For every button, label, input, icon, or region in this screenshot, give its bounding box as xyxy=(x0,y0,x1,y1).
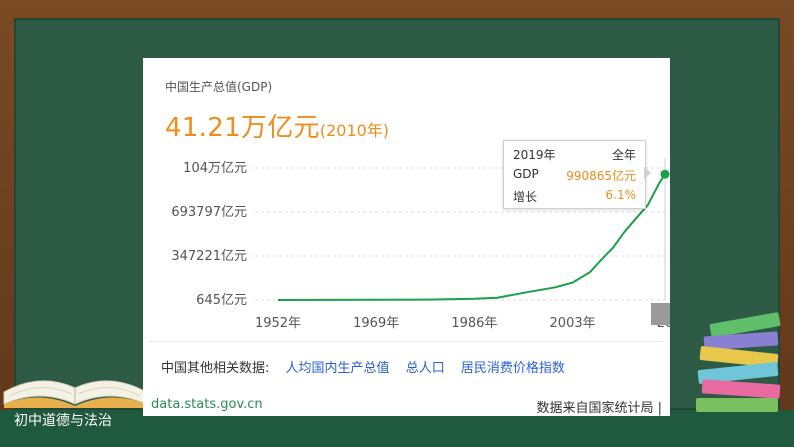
tooltip-gdp-label: GDP xyxy=(513,167,539,181)
tooltip-row-year: 2019年 全年 xyxy=(513,146,636,164)
x-tick-label: 1969年 xyxy=(353,316,399,331)
tooltip-row-growth: 增长 6.1% xyxy=(513,188,636,206)
chart-tooltip: 2019年 全年 GDP 990865亿元 增长 6.1% xyxy=(503,140,646,209)
link-per-capita-gdp[interactable]: 人均国内生产总值 xyxy=(286,361,390,376)
tooltip-period: 全年 xyxy=(611,148,636,162)
footer-separator: | xyxy=(657,401,662,416)
link-cpi[interactable]: 居民消费价格指数 xyxy=(461,361,565,376)
y-tick-label: 693797亿元 xyxy=(171,205,247,220)
related-label: 中国其他相关数据: xyxy=(161,361,270,376)
gdp-point-2019 xyxy=(660,169,670,179)
tooltip-year: 2019年 xyxy=(513,148,556,162)
tooltip-gdp-value: 990865亿元 xyxy=(566,169,636,183)
y-tick-label: 645亿元 xyxy=(196,293,247,308)
headline-amount: 41.21万亿元 xyxy=(165,113,320,143)
x-highlight-marker xyxy=(651,303,670,325)
x-tick-label: 1986年 xyxy=(451,316,497,331)
card-title: 中国生产总值(GDP) xyxy=(165,80,273,94)
tooltip-row-gdp: GDP 990865亿元 xyxy=(513,167,636,185)
book-stack-icon xyxy=(696,312,781,412)
headline-year: (2010年) xyxy=(319,121,390,140)
y-tick-label: 104万亿元 xyxy=(183,161,247,176)
tooltip-growth-value: 6.1% xyxy=(605,188,637,202)
course-label: 初中道德与法治 xyxy=(14,413,112,429)
gdp-card: 中国生产总值(GDP) 41.21万亿元(2010年) 645亿元 347221亿… xyxy=(143,58,670,416)
tooltip-arrow xyxy=(644,167,651,179)
y-tick-label: 347221亿元 xyxy=(171,249,247,264)
source-note: 数据来自国家统计局 | xyxy=(536,397,662,416)
card-divider xyxy=(149,341,664,342)
x-tick-label: 2003年 xyxy=(550,316,596,331)
tooltip-growth-label: 增长 xyxy=(513,190,538,204)
link-total-population[interactable]: 总人口 xyxy=(406,361,445,376)
open-book-icon xyxy=(3,380,147,408)
x-tick-label: 1952年 xyxy=(255,316,301,331)
headline-value: 41.21万亿元(2010年) xyxy=(165,107,389,144)
source-site-link[interactable]: data.stats.gov.cn xyxy=(151,397,263,412)
source-note-text: 数据来自国家统计局 xyxy=(536,401,654,416)
related-data-row: 中国其他相关数据: 人均国内生产总值 总人口 居民消费价格指数 xyxy=(161,357,565,376)
